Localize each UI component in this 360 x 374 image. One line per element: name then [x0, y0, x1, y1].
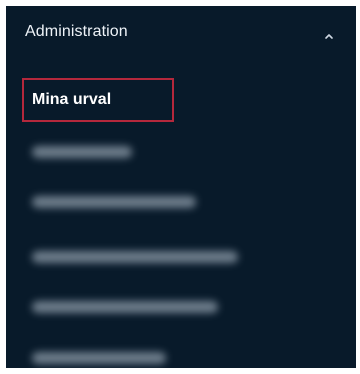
sidebar-item-blurred-3[interactable]	[6, 239, 356, 275]
sidebar-item-blurred-1[interactable]	[6, 134, 356, 170]
blurred-label	[32, 251, 238, 263]
blurred-label	[32, 196, 196, 208]
blurred-label	[32, 352, 166, 364]
blurred-label	[32, 146, 132, 158]
sidebar-panel: Administration Mina urval	[6, 6, 356, 368]
sidebar-item-blurred-2[interactable]	[6, 184, 356, 220]
chevron-up-icon[interactable]	[324, 32, 334, 40]
blurred-label	[32, 301, 218, 313]
sidebar-item-blurred-5[interactable]	[6, 340, 356, 368]
sidebar-item-mina-urval[interactable]: Mina urval	[6, 78, 356, 122]
sidebar-item-label: Mina urval	[32, 91, 112, 108]
section-title: Administration	[25, 23, 128, 40]
sidebar-item-blurred-4[interactable]	[6, 289, 356, 325]
administration-section-header[interactable]: Administration	[6, 6, 356, 64]
